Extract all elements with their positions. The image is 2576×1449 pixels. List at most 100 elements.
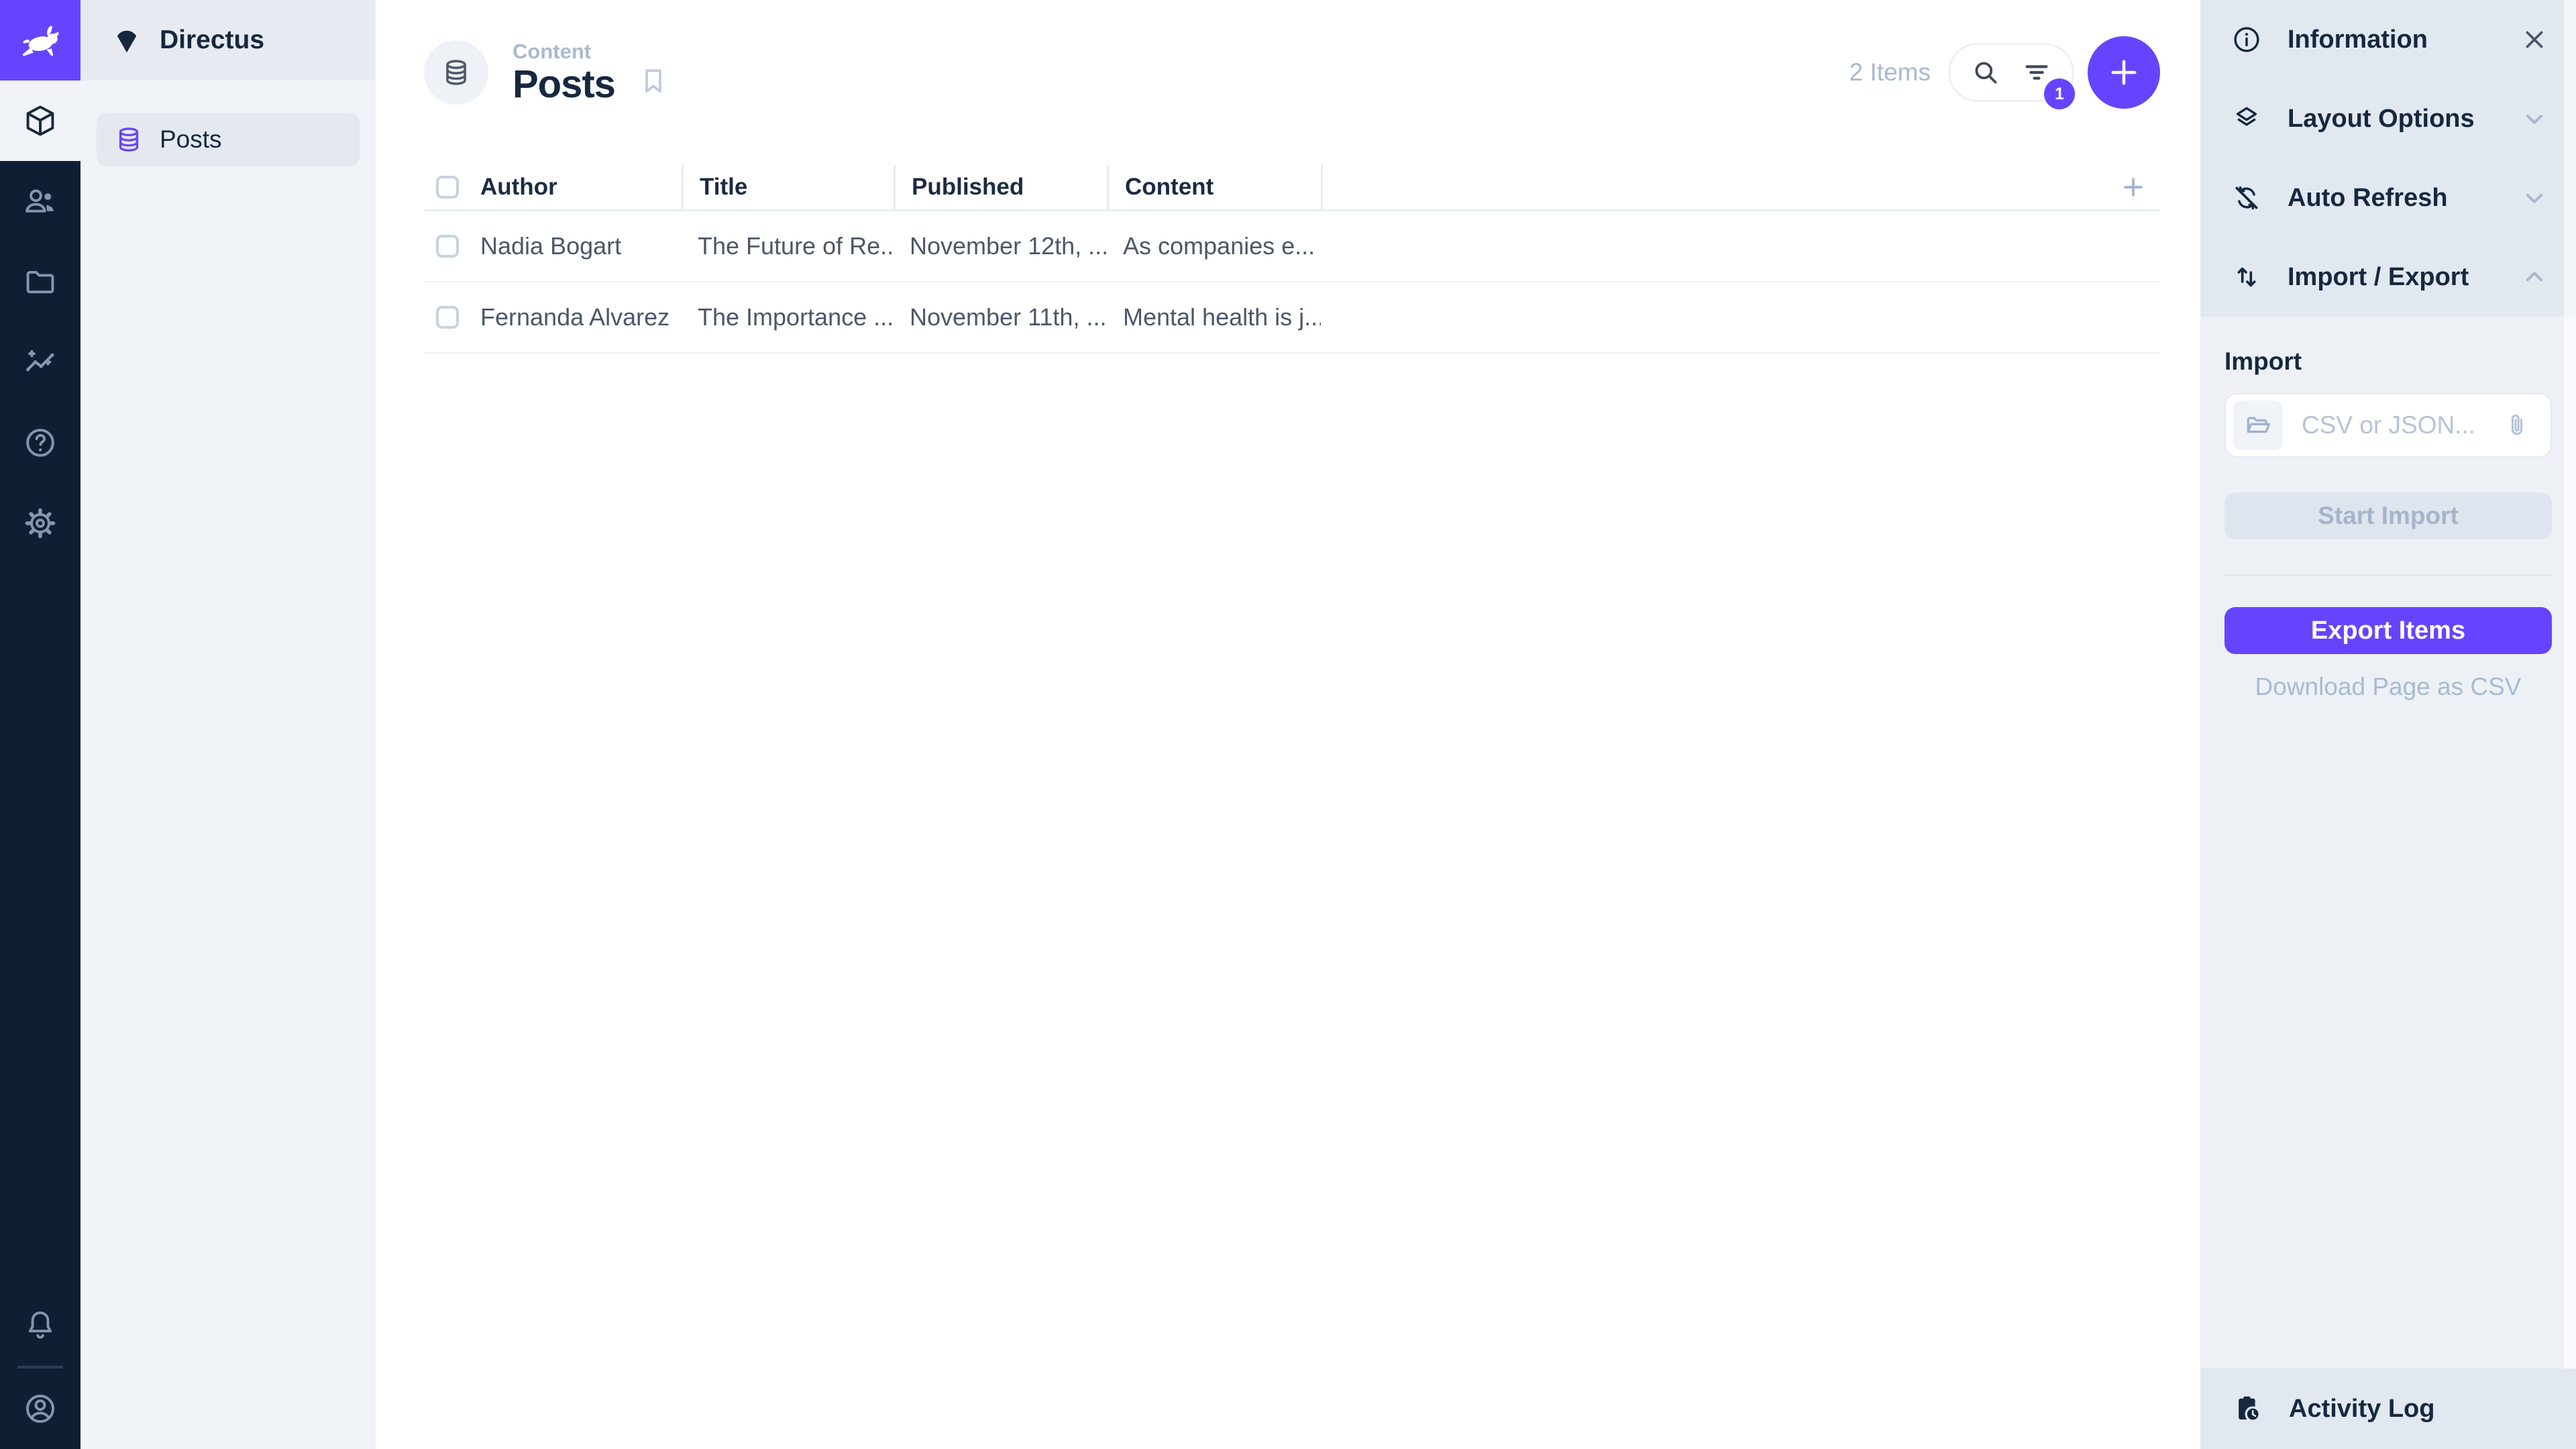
nav-item-label: Posts bbox=[160, 125, 222, 154]
row-select-cell bbox=[424, 235, 471, 258]
activity-log-icon bbox=[2231, 1393, 2263, 1425]
module-insights[interactable] bbox=[0, 322, 80, 402]
section-label: Information bbox=[2288, 25, 2428, 54]
collection-badge bbox=[424, 40, 488, 105]
directus-app: Directus Posts bbox=[0, 0, 2576, 1449]
row-checkbox[interactable] bbox=[436, 306, 459, 329]
cell-published: November 12th, ... bbox=[894, 232, 1107, 260]
sync-disabled-icon bbox=[2231, 182, 2262, 213]
directus-logo[interactable] bbox=[0, 0, 80, 80]
import-export-panel: Import bbox=[2200, 317, 2576, 701]
section-label: Auto Refresh bbox=[2288, 184, 2448, 213]
column-header-content[interactable]: Content bbox=[1107, 165, 1321, 209]
close-icon bbox=[2520, 25, 2549, 54]
import-file-input[interactable] bbox=[2224, 393, 2552, 458]
module-bar bbox=[0, 0, 80, 1449]
browse-files-button[interactable] bbox=[2233, 400, 2283, 450]
sidebar-section-import-export[interactable]: Import / Export bbox=[2200, 237, 2576, 317]
module-files[interactable] bbox=[0, 241, 80, 322]
bookmark-icon bbox=[638, 66, 669, 97]
export-items-button[interactable]: Export Items bbox=[2224, 607, 2552, 654]
column-header-title[interactable]: Title bbox=[682, 165, 894, 209]
gear-icon bbox=[23, 506, 58, 541]
sidebar-scrollbar-gutter[interactable] bbox=[2564, 0, 2576, 1368]
folder-open-icon bbox=[2244, 411, 2272, 439]
nav-item-posts[interactable]: Posts bbox=[97, 113, 360, 166]
close-sidebar-button[interactable] bbox=[2520, 25, 2549, 54]
plus-icon bbox=[2118, 172, 2148, 202]
import-export-icon bbox=[2231, 262, 2262, 292]
row-checkbox[interactable] bbox=[436, 235, 459, 258]
table-row[interactable]: Fernanda Alvarez The Importance ... Nove… bbox=[424, 282, 2160, 354]
sidebar-empty-space bbox=[2200, 701, 2576, 1368]
module-content[interactable] bbox=[0, 80, 80, 161]
bookmark-button[interactable] bbox=[638, 66, 669, 97]
activity-log-label: Activity Log bbox=[2289, 1395, 2434, 1424]
items-table: Author Title Published Content Nad bbox=[424, 165, 2160, 354]
module-users[interactable] bbox=[0, 161, 80, 241]
breadcrumb: Content bbox=[513, 40, 615, 63]
project-wedge-icon bbox=[111, 25, 142, 56]
add-column-button[interactable] bbox=[2106, 172, 2160, 202]
users-icon bbox=[23, 184, 58, 219]
cell-title: The Importance ... bbox=[682, 303, 894, 331]
plus-icon bbox=[2106, 54, 2142, 91]
rabbit-icon bbox=[17, 17, 64, 64]
account-button[interactable] bbox=[0, 1368, 80, 1449]
main-content: Content Posts 2 Items bbox=[376, 0, 2200, 1449]
page-header: Content Posts 2 Items bbox=[424, 36, 2160, 109]
download-csv-link[interactable]: Download Page as CSV bbox=[2224, 673, 2552, 701]
import-file-field[interactable] bbox=[2300, 411, 2502, 440]
folder-icon bbox=[23, 264, 58, 299]
import-heading: Import bbox=[2224, 347, 2552, 376]
cell-content: As companies e... bbox=[1107, 232, 1321, 260]
box-icon bbox=[23, 103, 58, 138]
module-help[interactable] bbox=[0, 402, 80, 483]
column-header-published[interactable]: Published bbox=[894, 165, 1107, 209]
right-sidebar: Information Layout Options bbox=[2200, 0, 2576, 1449]
database-icon bbox=[441, 57, 472, 88]
title-block: Content Posts bbox=[513, 40, 615, 105]
layers-icon bbox=[2231, 103, 2262, 134]
attach-file-button[interactable] bbox=[2502, 411, 2532, 440]
add-item-button[interactable] bbox=[2088, 36, 2160, 109]
filter-count-badge: 1 bbox=[2044, 78, 2075, 109]
start-import-button[interactable]: Start Import bbox=[2224, 492, 2552, 539]
sidebar-section-information[interactable]: Information bbox=[2200, 0, 2576, 79]
table-header-row: Author Title Published Content bbox=[424, 165, 2160, 211]
paperclip-icon bbox=[2502, 411, 2532, 440]
page-title: Posts bbox=[513, 64, 615, 105]
item-count: 2 Items bbox=[1849, 58, 1931, 87]
header-spacer bbox=[1321, 165, 2106, 209]
search-filter-pill: 1 bbox=[1948, 43, 2074, 102]
sidebar-section-auto-refresh[interactable]: Auto Refresh bbox=[2200, 158, 2576, 237]
cell-published: November 11th, ... bbox=[894, 303, 1107, 331]
cell-author: Nadia Bogart bbox=[471, 232, 682, 260]
info-icon bbox=[2231, 24, 2262, 55]
table-row[interactable]: Nadia Bogart The Future of Re... Novembe… bbox=[424, 211, 2160, 282]
section-label: Layout Options bbox=[2288, 105, 2475, 133]
bell-icon bbox=[23, 1308, 58, 1343]
column-header-author[interactable]: Author bbox=[471, 165, 682, 209]
database-icon bbox=[114, 125, 144, 154]
sidebar-section-layout-options[interactable]: Layout Options bbox=[2200, 79, 2576, 158]
chevron-down-icon bbox=[2520, 104, 2549, 133]
select-all-cell bbox=[424, 176, 471, 199]
notifications-button[interactable] bbox=[0, 1285, 80, 1366]
row-select-cell bbox=[424, 306, 471, 329]
activity-log-button[interactable]: Activity Log bbox=[2200, 1368, 2576, 1449]
cell-content: Mental health is j... bbox=[1107, 303, 1321, 331]
chevron-up-icon bbox=[2520, 262, 2549, 292]
help-icon bbox=[23, 425, 58, 460]
select-all-checkbox[interactable] bbox=[436, 176, 459, 199]
search-icon bbox=[1970, 57, 2001, 88]
insights-icon bbox=[23, 345, 58, 380]
section-label: Import / Export bbox=[2288, 263, 2469, 292]
module-settings[interactable] bbox=[0, 483, 80, 564]
project-header[interactable]: Directus bbox=[80, 0, 376, 80]
account-icon bbox=[23, 1391, 58, 1426]
panel-divider bbox=[2224, 574, 2552, 576]
project-name: Directus bbox=[160, 25, 264, 55]
search-button[interactable] bbox=[1970, 57, 2001, 88]
cell-author: Fernanda Alvarez bbox=[471, 303, 682, 331]
